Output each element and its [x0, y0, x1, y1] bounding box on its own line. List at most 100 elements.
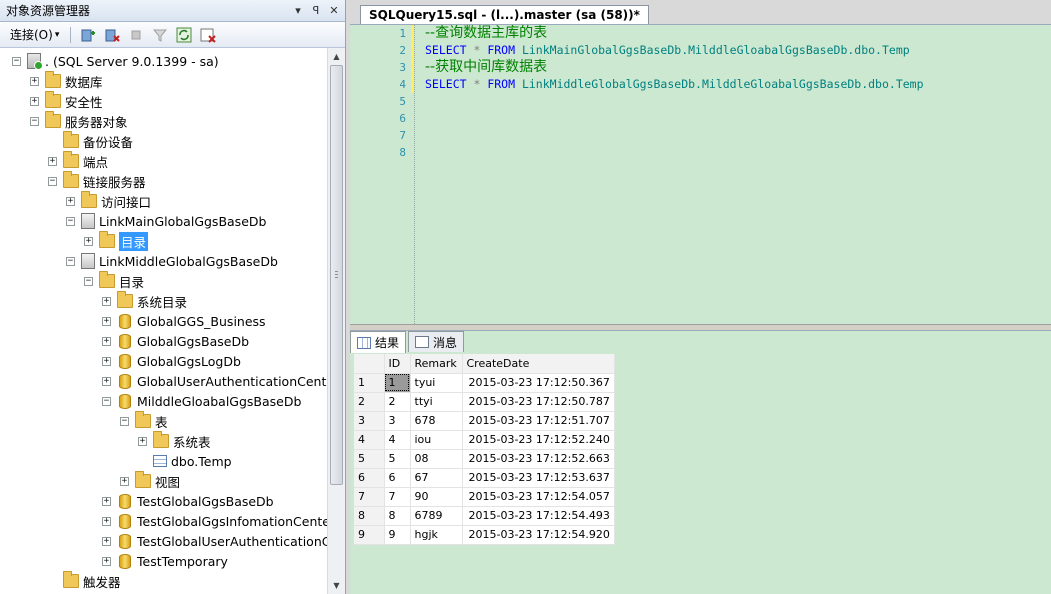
filter-icon[interactable]: [150, 25, 170, 45]
expand-icon[interactable]: +: [66, 196, 75, 206]
disconnect-server-icon[interactable]: [102, 25, 122, 45]
table-cell[interactable]: 6: [384, 468, 411, 488]
table-cell[interactable]: 2015-03-23 17:12:52.663: [462, 449, 615, 469]
table-cell[interactable]: 2015-03-23 17:12:51.707: [462, 411, 615, 431]
tree-node[interactable]: + GlobalGGS_Business: [102, 311, 266, 331]
tree-node[interactable]: + 系统表: [138, 431, 211, 451]
expand-icon[interactable]: +: [120, 476, 129, 486]
tree-node[interactable]: + GlobalUserAuthenticationCenter: [102, 371, 327, 391]
expand-icon[interactable]: +: [102, 356, 111, 366]
tree-node[interactable]: − LinkMainGlobalGgsBaseDb: [66, 211, 266, 231]
tree-node[interactable]: − LinkMiddleGlobalGgsBaseDb: [66, 251, 278, 271]
column-header[interactable]: ID: [384, 354, 411, 374]
tree-node[interactable]: + 目录: [84, 231, 149, 251]
table-cell[interactable]: 2015-03-23 17:12:53.637: [462, 468, 615, 488]
tab-messages[interactable]: 消息: [408, 331, 465, 352]
table-cell[interactable]: 9: [384, 525, 411, 545]
row-number[interactable]: 6: [354, 468, 385, 488]
row-number[interactable]: 8: [354, 506, 385, 526]
table-cell[interactable]: 1: [384, 373, 411, 393]
scroll-down-icon[interactable]: ▼: [328, 577, 345, 594]
table-cell[interactable]: 7: [384, 487, 411, 507]
pin-icon[interactable]: ꟼ: [309, 4, 323, 17]
table-cell[interactable]: iou: [410, 430, 463, 450]
collapse-icon[interactable]: −: [84, 276, 93, 286]
summary-icon[interactable]: [198, 25, 218, 45]
collapse-icon[interactable]: −: [12, 56, 21, 66]
row-number[interactable]: 1: [354, 373, 385, 393]
table-cell[interactable]: 2015-03-23 17:12:54.057: [462, 487, 615, 507]
table-cell[interactable]: tyui: [410, 373, 463, 393]
collapse-icon[interactable]: −: [66, 256, 75, 266]
tree-node[interactable]: − MilddleGloabalGgsBaseDb: [102, 391, 301, 411]
code-line[interactable]: --查询数据主库的表: [425, 25, 547, 42]
table-cell[interactable]: hgjk: [410, 525, 463, 545]
expand-icon[interactable]: +: [102, 296, 111, 306]
table-cell[interactable]: 8: [384, 506, 411, 526]
tree-node[interactable]: + TestGlobalUserAuthenticationCe: [102, 531, 327, 551]
code-line[interactable]: SELECT * FROM LinkMiddleGlobalGgsBaseDb.…: [425, 76, 924, 93]
expand-icon[interactable]: +: [138, 436, 147, 446]
code-line[interactable]: --获取中间库数据表: [425, 59, 547, 76]
table-cell[interactable]: 4: [384, 430, 411, 450]
expand-icon[interactable]: +: [48, 156, 57, 166]
close-icon[interactable]: ✕: [327, 4, 341, 17]
connect-button[interactable]: 连接(O) ▾: [6, 26, 63, 43]
scroll-up-icon[interactable]: ▲: [328, 48, 345, 65]
refresh-icon[interactable]: [174, 25, 194, 45]
collapse-icon[interactable]: −: [30, 116, 39, 126]
expand-icon[interactable]: +: [102, 336, 111, 346]
row-number[interactable]: 5: [354, 449, 385, 469]
row-number[interactable]: 2: [354, 392, 385, 412]
table-cell[interactable]: 90: [410, 487, 463, 507]
table-cell[interactable]: 08: [410, 449, 463, 469]
collapse-icon[interactable]: −: [102, 396, 111, 406]
table-cell[interactable]: 3: [384, 411, 411, 431]
tree-node[interactable]: + GlobalGgsBaseDb: [102, 331, 249, 351]
scroll-thumb[interactable]: [330, 65, 343, 485]
table-cell[interactable]: 678: [410, 411, 463, 431]
query-document-tab[interactable]: SQLQuery15.sql - (l...).master (sa (58))…: [360, 5, 649, 24]
table-cell[interactable]: 2015-03-23 17:12:54.920: [462, 525, 615, 545]
results-grid[interactable]: ID Remark CreateDate 1 1 tyui 2015-03-23 17:12…: [354, 354, 615, 545]
collapse-icon[interactable]: −: [66, 216, 75, 226]
table-cell[interactable]: 2015-03-23 17:12:52.240: [462, 430, 615, 450]
tree-node[interactable]: + TestGlobalGgsInfomationCenter: [102, 511, 327, 531]
expand-icon[interactable]: +: [102, 556, 111, 566]
tree-node[interactable]: 备份设备: [48, 131, 133, 151]
table-row[interactable]: 4 4 iou 2015-03-23 17:12:52.240: [354, 430, 615, 450]
connect-server-icon[interactable]: [78, 25, 98, 45]
tree-node[interactable]: + 安全性: [30, 91, 103, 111]
table-cell[interactable]: 2: [384, 392, 411, 412]
column-header[interactable]: [354, 354, 385, 374]
table-row[interactable]: 1 1 tyui 2015-03-23 17:12:50.367: [354, 373, 615, 393]
table-cell[interactable]: 67: [410, 468, 463, 488]
tree-node[interactable]: dbo.Temp: [138, 451, 232, 471]
table-cell[interactable]: 2015-03-23 17:12:54.493: [462, 506, 615, 526]
tree-node[interactable]: + 访问接口: [66, 191, 151, 211]
dropdown-icon[interactable]: ▾: [291, 4, 305, 17]
table-row[interactable]: 5 5 08 2015-03-23 17:12:52.663: [354, 449, 615, 469]
tree-node[interactable]: + TestTemporary: [102, 551, 228, 571]
row-number[interactable]: 7: [354, 487, 385, 507]
table-cell[interactable]: 6789: [410, 506, 463, 526]
tree-node[interactable]: − 目录: [84, 271, 144, 291]
collapse-icon[interactable]: −: [120, 416, 129, 426]
column-header[interactable]: CreateDate: [462, 354, 615, 374]
expand-icon[interactable]: +: [30, 96, 39, 106]
table-row[interactable]: 6 6 67 2015-03-23 17:12:53.637: [354, 468, 615, 488]
tree-node[interactable]: + 视图: [120, 471, 180, 491]
table-row[interactable]: 3 3 678 2015-03-23 17:12:51.707: [354, 411, 615, 431]
tree-node[interactable]: + 系统目录: [102, 291, 187, 311]
row-number[interactable]: 3: [354, 411, 385, 431]
tree-node[interactable]: + GlobalGgsLogDb: [102, 351, 241, 371]
table-cell[interactable]: ttyi: [410, 392, 463, 412]
expand-icon[interactable]: +: [30, 76, 39, 86]
table-row[interactable]: 8 8 6789 2015-03-23 17:12:54.493: [354, 506, 615, 526]
tree-node[interactable]: − 服务器对象: [30, 111, 128, 131]
sql-editor[interactable]: 12345678 --查询数据主库的表 SELECT * FROM LinkMai…: [350, 24, 1051, 324]
expand-icon[interactable]: +: [102, 496, 111, 506]
tab-results[interactable]: 结果: [350, 331, 407, 353]
table-cell[interactable]: 5: [384, 449, 411, 469]
collapse-icon[interactable]: −: [48, 176, 57, 186]
